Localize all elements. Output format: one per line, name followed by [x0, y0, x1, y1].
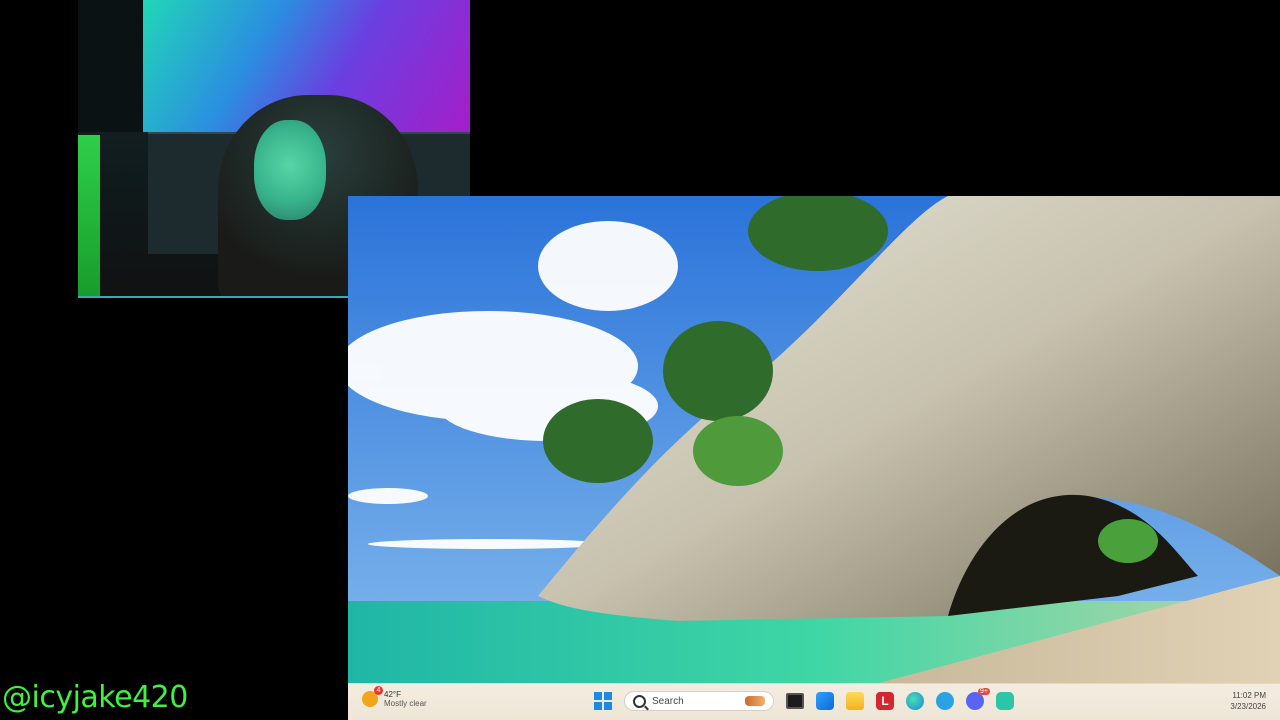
- task-view-icon[interactable]: [786, 693, 804, 709]
- weather-condition: Mostly clear: [384, 699, 427, 708]
- system-clock[interactable]: 11:02 PM 3/23/2026: [1230, 690, 1266, 712]
- edge-icon[interactable]: [906, 692, 924, 710]
- search-icon: [633, 694, 646, 708]
- streamer-face: [254, 120, 326, 220]
- discord-icon[interactable]: 9+: [966, 688, 990, 710]
- desktop-wallpaper: [348, 196, 1280, 720]
- l-app-icon[interactable]: L: [876, 692, 894, 710]
- search-placeholder: Search: [652, 695, 684, 707]
- webcam-green-light: [78, 135, 100, 298]
- taskbar-center: Search L 9+: [594, 688, 1014, 711]
- store-icon[interactable]: [816, 692, 834, 710]
- weather-alert-badge: 4: [374, 686, 383, 695]
- weather-text: 42°F Mostly clear: [384, 690, 427, 708]
- webcam-background-left: [78, 0, 143, 132]
- weather-temperature: 42°F: [384, 690, 401, 699]
- taskbar-search-box[interactable]: Search: [624, 691, 774, 711]
- discord-badge: 9+: [978, 688, 990, 695]
- desktop-capture: 4 42°F Mostly clear Search L 9+ 11:02 PM…: [348, 196, 1280, 720]
- folder-icon[interactable]: [846, 692, 864, 710]
- taskbar: 4 42°F Mostly clear Search L 9+ 11:02 PM…: [348, 683, 1280, 720]
- streamer-handle: @icyjake420: [2, 680, 188, 715]
- weather-widget[interactable]: 4 42°F Mostly clear: [362, 686, 427, 708]
- app-icon[interactable]: [996, 692, 1014, 710]
- clock-time: 11:02 PM: [1232, 691, 1266, 700]
- telegram-icon[interactable]: [936, 692, 954, 710]
- weather-moon-icon: 4: [362, 686, 383, 707]
- search-highlight-icon: [745, 696, 765, 706]
- windows-logo-icon[interactable]: [594, 692, 612, 710]
- clock-date: 3/23/2026: [1230, 702, 1266, 711]
